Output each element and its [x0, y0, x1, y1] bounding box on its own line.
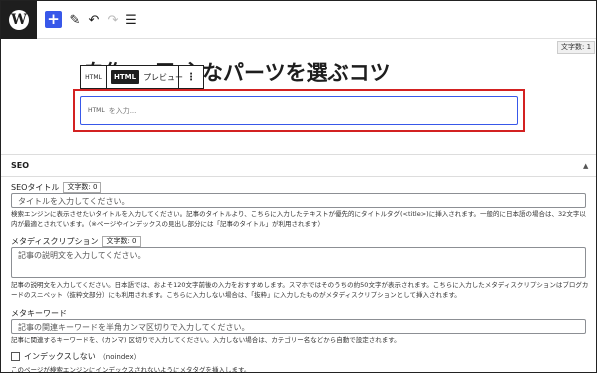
- character-count-badge: 文字数: 1: [557, 41, 596, 54]
- html-block-type-button[interactable]: HTML: [81, 66, 107, 88]
- more-options-icon[interactable]: ⋮: [178, 66, 203, 88]
- seo-title-label: SEOタイトル: [11, 183, 60, 192]
- meta-description-label: メタディスクリプション: [11, 237, 99, 246]
- seo-title-count: 文字数: 0: [63, 182, 102, 193]
- html-block-input[interactable]: HTML を入力...: [80, 96, 518, 125]
- seo-title-help: 検索エンジンに表示させたいタイトルを入力してください。記事のタイトルより、こちら…: [11, 210, 586, 228]
- meta-description-help: 記事の説明文を入力してください。日本語では、およそ120文字前後の入力をおすすめ…: [11, 281, 589, 299]
- list-view-icon[interactable]: ☰: [124, 11, 138, 29]
- block-toolbar: HTML HTML プレビュー ⋮: [80, 65, 204, 89]
- edit-tools-icon[interactable]: ✎: [68, 11, 82, 29]
- meta-keywords-label-row: メタキーワード: [11, 308, 67, 319]
- wordpress-icon: W: [9, 10, 29, 30]
- meta-description-label-row: メタディスクリプション 文字数: 0: [11, 236, 141, 247]
- meta-description-count: 文字数: 0: [102, 236, 141, 247]
- meta-keywords-help: 記事に関連するキーワードを、(カンマ) 区切りで入力してください。入力しない場合…: [11, 336, 401, 344]
- noindex-row[interactable]: インデックスしない （noindex）: [11, 351, 141, 362]
- meta-keywords-label: メタキーワード: [11, 309, 67, 318]
- meta-description-textarea[interactable]: 記事の説明文を入力してください。: [11, 247, 586, 278]
- add-block-button[interactable]: +: [45, 11, 62, 28]
- collapse-caret-icon[interactable]: ▲: [583, 162, 588, 170]
- noindex-checkbox[interactable]: [11, 352, 20, 361]
- undo-icon[interactable]: ↶: [87, 11, 101, 29]
- seo-title-input[interactable]: タイトルを入力してください。: [11, 193, 586, 208]
- seo-panel-title: SEO: [11, 161, 30, 170]
- tab-html[interactable]: HTML: [111, 70, 140, 84]
- meta-keywords-input[interactable]: 記事の関連キーワードを半角カンマ区切りで入力してください。: [11, 319, 586, 334]
- editor-top-toolbar: W + ✎ ↶ ↷ ☰: [1, 1, 596, 39]
- html-tag-label: HTML: [88, 107, 105, 114]
- noindex-sublabel: （noindex）: [98, 352, 141, 361]
- redo-icon[interactable]: ↷: [106, 11, 120, 29]
- seo-title-label-row: SEOタイトル 文字数: 0: [11, 182, 102, 193]
- wordpress-logo[interactable]: W: [1, 1, 37, 39]
- noindex-help: このページが検索エンジンにインデックスされないようにメタタグを挿入します。: [11, 366, 251, 373]
- noindex-label: インデックスしない: [24, 352, 96, 361]
- seo-panel-header[interactable]: SEO ▲: [1, 155, 596, 177]
- html-block-placeholder: を入力...: [108, 106, 137, 115]
